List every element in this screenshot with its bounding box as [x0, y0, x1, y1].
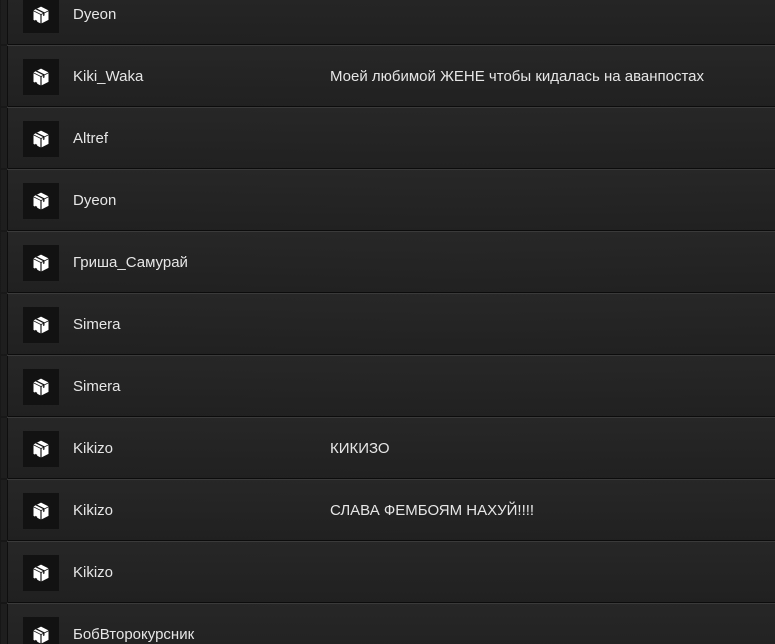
player-name: Гриша_Самурай: [73, 254, 188, 271]
package-icon: [33, 440, 49, 458]
list-item[interactable]: Simera: [1, 293, 775, 355]
package-icon: [33, 626, 49, 644]
donation-list-page: Dyeon Kiki_Waka Моей любимой ЖЕНЕ чтобы …: [0, 0, 775, 644]
donation-list: Dyeon Kiki_Waka Моей любимой ЖЕНЕ чтобы …: [0, 0, 775, 644]
package-icon-box: [23, 493, 59, 529]
package-icon: [33, 378, 49, 396]
package-icon-box: [23, 617, 59, 644]
player-name: Kiki_Waka: [73, 68, 144, 85]
list-item[interactable]: Dyeon: [1, 169, 775, 231]
package-icon: [33, 502, 49, 520]
package-icon: [33, 6, 49, 24]
player-name: Kikizo: [73, 564, 114, 581]
package-icon: [33, 254, 49, 272]
package-icon: [33, 316, 49, 334]
package-icon-box: [23, 369, 59, 405]
package-icon-box: [23, 59, 59, 95]
package-icon-box: [23, 555, 59, 591]
player-name: Dyeon: [73, 192, 117, 209]
package-icon-box: [23, 121, 59, 157]
player-name: БобВторокурсник: [73, 626, 195, 643]
list-item[interactable]: Altref: [1, 107, 775, 169]
list-item[interactable]: Kikizo КИКИЗО: [1, 417, 775, 479]
donation-message: Моей любимой ЖЕНЕ чтобы кидалась на аван…: [330, 68, 705, 85]
player-name: Dyeon: [73, 6, 117, 23]
player-name: Simera: [73, 378, 121, 395]
player-name: Simera: [73, 316, 121, 333]
list-item[interactable]: Simera: [1, 355, 775, 417]
package-icon: [33, 192, 49, 210]
package-icon: [33, 564, 49, 582]
package-icon-box: [23, 183, 59, 219]
list-item[interactable]: Kiki_Waka Моей любимой ЖЕНЕ чтобы кидала…: [1, 45, 775, 107]
list-item[interactable]: Kikizo СЛАВА ФЕМБОЯМ НАХУЙ!!!!: [1, 479, 775, 541]
player-name: Kikizo: [73, 440, 114, 457]
player-name: Kikizo: [73, 502, 114, 519]
donation-message: КИКИЗО: [330, 440, 390, 457]
package-icon: [33, 68, 49, 86]
list-item[interactable]: Kikizo: [1, 541, 775, 603]
package-icon-box: [23, 431, 59, 467]
list-item[interactable]: БобВторокурсник: [1, 603, 775, 644]
donation-message: СЛАВА ФЕМБОЯМ НАХУЙ!!!!: [330, 502, 535, 519]
player-name: Altref: [73, 130, 109, 147]
list-item[interactable]: Dyeon: [1, 0, 775, 45]
package-icon-box: [23, 0, 59, 33]
list-item[interactable]: Гриша_Самурай: [1, 231, 775, 293]
package-icon: [33, 130, 49, 148]
package-icon-box: [23, 307, 59, 343]
package-icon-box: [23, 245, 59, 281]
